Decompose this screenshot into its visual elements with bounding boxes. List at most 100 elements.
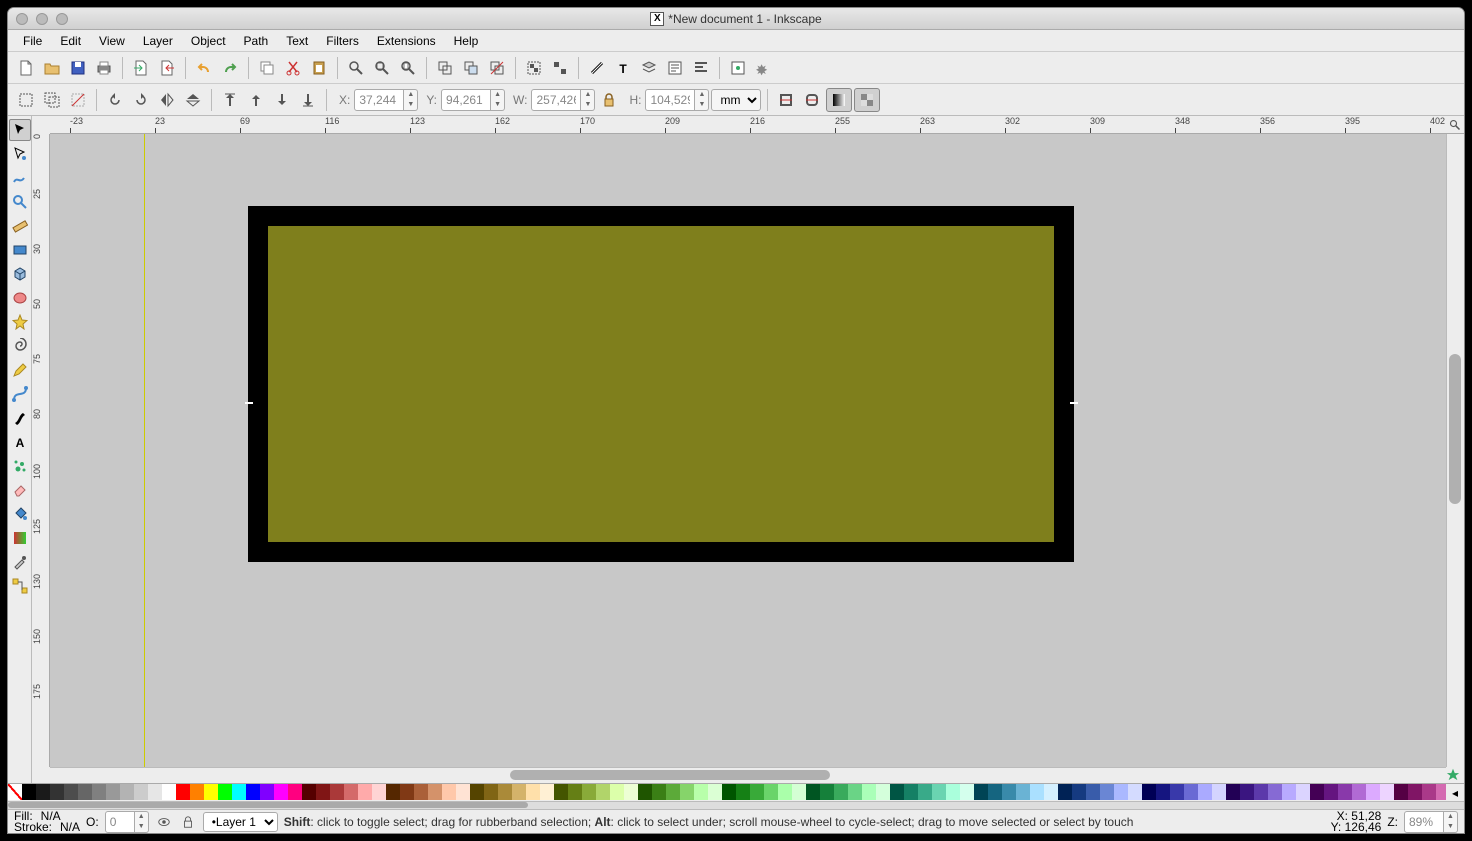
palette-scrollbar[interactable] — [8, 801, 1464, 809]
swatch[interactable] — [274, 784, 288, 800]
swatch[interactable] — [1142, 784, 1156, 800]
unit-select[interactable]: mm — [711, 89, 761, 111]
menu-edit[interactable]: Edit — [51, 31, 90, 51]
menu-extensions[interactable]: Extensions — [368, 31, 445, 51]
swatch[interactable] — [862, 784, 876, 800]
swatch[interactable] — [1408, 784, 1422, 800]
connector-tool[interactable] — [9, 575, 31, 597]
swatch[interactable] — [1072, 784, 1086, 800]
palette-options-button[interactable]: ◂ — [1446, 784, 1464, 801]
swatch[interactable] — [1226, 784, 1240, 800]
swatch[interactable] — [484, 784, 498, 800]
import-button[interactable] — [129, 56, 153, 80]
swatch[interactable] — [736, 784, 750, 800]
swatch[interactable] — [932, 784, 946, 800]
pencil-tool[interactable] — [9, 359, 31, 381]
ungroup-button[interactable] — [548, 56, 572, 80]
vertical-ruler[interactable]: 02530507580100125130150175 — [32, 134, 50, 767]
zoom-window-button[interactable] — [56, 13, 68, 25]
swatch[interactable] — [610, 784, 624, 800]
zoom-quick-button[interactable] — [1446, 116, 1464, 134]
box3d-tool[interactable] — [9, 263, 31, 285]
swatch[interactable] — [428, 784, 442, 800]
swatch[interactable] — [36, 784, 50, 800]
swatch[interactable] — [624, 784, 638, 800]
eraser-tool[interactable] — [9, 479, 31, 501]
swatch[interactable] — [1282, 784, 1296, 800]
swatch[interactable] — [778, 784, 792, 800]
swatch[interactable] — [554, 784, 568, 800]
swatch[interactable] — [1184, 784, 1198, 800]
swatch[interactable] — [1394, 784, 1408, 800]
swatch[interactable] — [666, 784, 680, 800]
horizontal-ruler[interactable]: -232369116123162170209216255263302309348… — [50, 116, 1446, 134]
swatch[interactable] — [1436, 784, 1446, 800]
duplicate-button[interactable] — [433, 56, 457, 80]
node-tool[interactable] — [9, 143, 31, 165]
swatch[interactable] — [92, 784, 106, 800]
selector-tool[interactable] — [9, 119, 31, 141]
swatch[interactable] — [8, 784, 22, 800]
swatch[interactable] — [1268, 784, 1282, 800]
text-dialog-button[interactable]: T — [611, 56, 635, 80]
deselect-button[interactable] — [66, 88, 90, 112]
menu-file[interactable]: File — [14, 31, 51, 51]
swatch[interactable] — [1198, 784, 1212, 800]
vertical-scrollbar[interactable] — [1446, 134, 1464, 767]
swatch[interactable] — [204, 784, 218, 800]
swatch[interactable] — [1002, 784, 1016, 800]
spiral-tool[interactable] — [9, 335, 31, 357]
swatch[interactable] — [190, 784, 204, 800]
paste-button[interactable] — [307, 56, 331, 80]
opacity-input[interactable]: ▲▼ — [105, 811, 149, 833]
swatch[interactable] — [820, 784, 834, 800]
swatch[interactable] — [78, 784, 92, 800]
text-tool[interactable]: A — [9, 431, 31, 453]
print-button[interactable] — [92, 56, 116, 80]
open-document-button[interactable] — [40, 56, 64, 80]
minimize-window-button[interactable] — [36, 13, 48, 25]
calligraphy-tool[interactable] — [9, 407, 31, 429]
swatch[interactable] — [414, 784, 428, 800]
affect-stroke-button[interactable] — [774, 88, 798, 112]
menu-path[interactable]: Path — [235, 31, 278, 51]
rotate-cw-button[interactable] — [129, 88, 153, 112]
vertical-guide[interactable] — [144, 134, 145, 767]
layer-visibility-button[interactable] — [155, 813, 173, 831]
swatch[interactable] — [1156, 784, 1170, 800]
preferences-button[interactable] — [726, 56, 750, 80]
raise-top-button[interactable] — [218, 88, 242, 112]
select-all-button[interactable] — [14, 88, 38, 112]
resize-handle-right[interactable] — [1070, 402, 1078, 404]
layers-dialog-button[interactable] — [637, 56, 661, 80]
document-properties-button[interactable] — [752, 56, 776, 80]
swatch[interactable] — [750, 784, 764, 800]
fill-stroke-dialog-button[interactable] — [585, 56, 609, 80]
affect-corners-button[interactable] — [800, 88, 824, 112]
swatch[interactable] — [1310, 784, 1324, 800]
group-button[interactable] — [522, 56, 546, 80]
swatch[interactable] — [974, 784, 988, 800]
redo-button[interactable] — [218, 56, 242, 80]
y-input[interactable]: ▲▼ — [441, 89, 505, 111]
fill-stroke-indicator[interactable]: Fill:N/A Stroke:N/A — [14, 811, 80, 833]
flip-horizontal-button[interactable] — [155, 88, 179, 112]
ellipse-tool[interactable] — [9, 287, 31, 309]
swatch[interactable] — [106, 784, 120, 800]
rectangle-object[interactable] — [248, 206, 1074, 562]
swatch[interactable] — [512, 784, 526, 800]
swatch[interactable] — [442, 784, 456, 800]
unlink-clone-button[interactable] — [485, 56, 509, 80]
align-dialog-button[interactable] — [689, 56, 713, 80]
swatch[interactable] — [708, 784, 722, 800]
swatch[interactable] — [792, 784, 806, 800]
swatch[interactable] — [316, 784, 330, 800]
swatch[interactable] — [498, 784, 512, 800]
titlebar[interactable]: X*New document 1 - Inkscape — [8, 8, 1464, 30]
swatch[interactable] — [946, 784, 960, 800]
swatch[interactable] — [540, 784, 554, 800]
swatch[interactable] — [162, 784, 176, 800]
swatch[interactable] — [988, 784, 1002, 800]
swatch[interactable] — [1100, 784, 1114, 800]
gradient-tool[interactable] — [9, 527, 31, 549]
